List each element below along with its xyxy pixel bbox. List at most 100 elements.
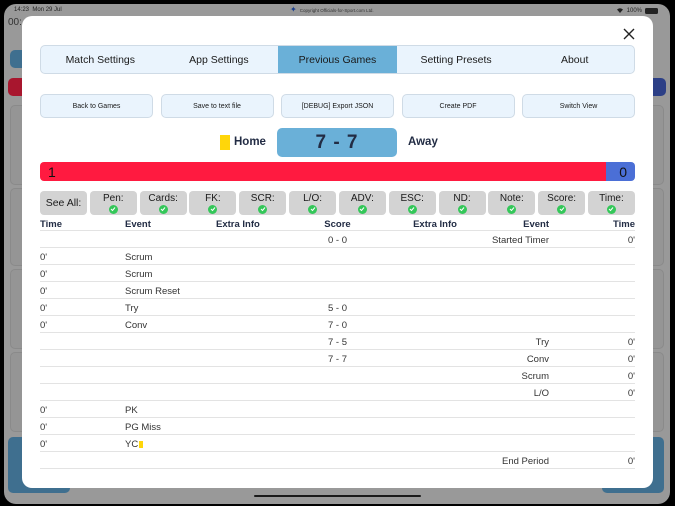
table-row[interactable]: 0' Scrum: [40, 265, 635, 282]
possession-home: 1: [40, 162, 607, 181]
cell-score: 0 - 0: [310, 235, 365, 246]
cell-event-away: Scrum: [522, 371, 549, 382]
cell-time-away-text: 0': [627, 371, 635, 382]
cell-event-home-text: PK: [125, 405, 138, 416]
home-indicator[interactable]: [254, 495, 421, 497]
header-event-away: Event: [523, 219, 549, 230]
scoreboard: Home 7 - 7 Away: [22, 127, 653, 157]
filter-scr[interactable]: SCR:: [239, 191, 287, 215]
filter-lo[interactable]: L/O:: [289, 191, 337, 215]
checkmark-icon: [108, 204, 118, 214]
table-row[interactable]: 0' Scrum Reset: [40, 282, 635, 299]
cell-time-away: 0': [628, 388, 635, 399]
checkmark-icon: [308, 204, 318, 214]
table-row[interactable]: 0 - 0 Started Timer 0': [40, 231, 635, 248]
filter-label: ND:: [453, 192, 471, 204]
table-row[interactable]: 7 - 7 Conv 0': [40, 350, 635, 367]
battery-icon: [645, 8, 658, 14]
cell-time-home: 0': [40, 439, 47, 450]
cell-event-away: Try: [536, 337, 549, 348]
header-time-away: Time: [612, 219, 635, 230]
checkmark-icon: [507, 204, 517, 214]
tab-about[interactable]: About: [515, 46, 634, 73]
table-row[interactable]: 0' PG Miss: [40, 418, 635, 435]
see-all-filter[interactable]: See All:: [40, 191, 87, 215]
cell-event-away-text: Scrum: [521, 371, 549, 382]
filter-cards[interactable]: Cards:: [139, 191, 187, 215]
cell-event-home: Conv: [125, 320, 147, 331]
filter-esc[interactable]: ESC:: [388, 191, 436, 215]
copyright-text: Copyright Officials-for-Sport.com Ltd.: [299, 7, 374, 13]
save-to-text-file-button[interactable]: Save to text file: [160, 94, 274, 118]
away-team-name: Away: [408, 136, 438, 148]
cell-time-away-text: 0': [627, 388, 635, 399]
cell-event-home: Scrum: [125, 269, 152, 280]
create-pdf-button[interactable]: Create PDF: [401, 94, 515, 118]
cell-event-away-text: L/O: [533, 388, 549, 399]
close-button[interactable]: [621, 26, 637, 42]
table-row[interactable]: L/O 0': [40, 384, 635, 401]
filter-pen[interactable]: Pen:: [89, 191, 137, 215]
score-display: 7 - 7: [277, 128, 397, 157]
status-right: 100%: [616, 7, 658, 15]
filter-note[interactable]: Note:: [488, 191, 536, 215]
filter-nd[interactable]: ND:: [438, 191, 486, 215]
table-row[interactable]: 0' Conv 7 - 0: [40, 316, 635, 333]
cell-event-away: Started Timer: [492, 235, 549, 246]
cell-time-away: 0': [628, 235, 635, 246]
cell-event-home-text: Scrum: [125, 252, 153, 263]
cell-event-away: L/O: [534, 388, 549, 399]
tab-match-settings[interactable]: Match Settings: [41, 46, 160, 73]
cell-event-home: Scrum: [125, 252, 152, 263]
possession-bar: 1 0: [40, 162, 635, 181]
filter-label: ADV:: [350, 192, 374, 204]
cell-score-text: 7 - 5: [327, 337, 347, 348]
table-row[interactable]: Scrum 0': [40, 367, 635, 384]
cell-time-home: 0': [40, 405, 47, 416]
cell-time-away-text: 0': [627, 354, 635, 365]
home-team: Home: [220, 127, 266, 157]
cell-score: 5 - 0: [310, 303, 365, 314]
cell-event-home: Scrum Reset: [125, 286, 180, 297]
table-row[interactable]: 0' Try 5 - 0: [40, 299, 635, 316]
tab-previous-games[interactable]: Previous Games: [278, 46, 397, 73]
tab-app-settings[interactable]: App Settings: [160, 46, 279, 73]
table-row[interactable]: 0' YC: [40, 435, 635, 452]
switch-view-button[interactable]: Switch View: [522, 94, 635, 118]
cell-time-home-text: 0': [40, 269, 48, 280]
table-row[interactable]: 7 - 5 Try 0': [40, 333, 635, 350]
cell-score-text: 5 - 0: [327, 303, 347, 314]
checkmark-icon: [557, 204, 567, 214]
cell-time-home: 0': [40, 320, 47, 331]
filter-label: FK:: [205, 192, 221, 204]
cell-score-text: 7 - 0: [327, 320, 347, 331]
wifi-icon: [616, 7, 624, 15]
background-timer: 00:: [8, 17, 22, 28]
action-bar: Back to Games Save to text file [DEBUG] …: [40, 94, 635, 118]
cell-time-home-text: 0': [40, 252, 48, 263]
filter-score[interactable]: Score:: [538, 191, 586, 215]
header-time-home: Time: [40, 219, 63, 230]
cell-time-home: 0': [40, 252, 47, 263]
filter-adv[interactable]: ADV:: [338, 191, 386, 215]
back-to-games-button[interactable]: Back to Games: [40, 94, 153, 118]
header-extra-home: Extra Info: [216, 219, 260, 230]
close-icon: [623, 28, 635, 40]
filter-label: Pen:: [103, 192, 124, 204]
table-row[interactable]: End Period 0': [40, 452, 635, 469]
cell-score-text: 7 - 7: [327, 354, 347, 365]
table-row[interactable]: 0' PK: [40, 401, 635, 418]
possession-away: 0: [606, 162, 635, 181]
export-json-button[interactable]: [DEBUG] Export JSON: [281, 94, 394, 118]
tab-setting-presets[interactable]: Setting Presets: [397, 46, 516, 73]
filter-fk[interactable]: FK:: [189, 191, 237, 215]
filter-label: Score:: [547, 192, 577, 204]
checkmark-icon: [357, 204, 367, 214]
table-row[interactable]: 0' Scrum: [40, 248, 635, 265]
filter-label: Cards:: [148, 192, 178, 204]
table-header: Time Event Extra Info Score Extra Info E…: [40, 219, 635, 231]
checkmark-icon: [208, 204, 218, 214]
filter-time[interactable]: Time:: [587, 191, 635, 215]
events-table: Time Event Extra Info Score Extra Info E…: [40, 219, 635, 469]
cell-event-home: PK: [125, 405, 138, 416]
